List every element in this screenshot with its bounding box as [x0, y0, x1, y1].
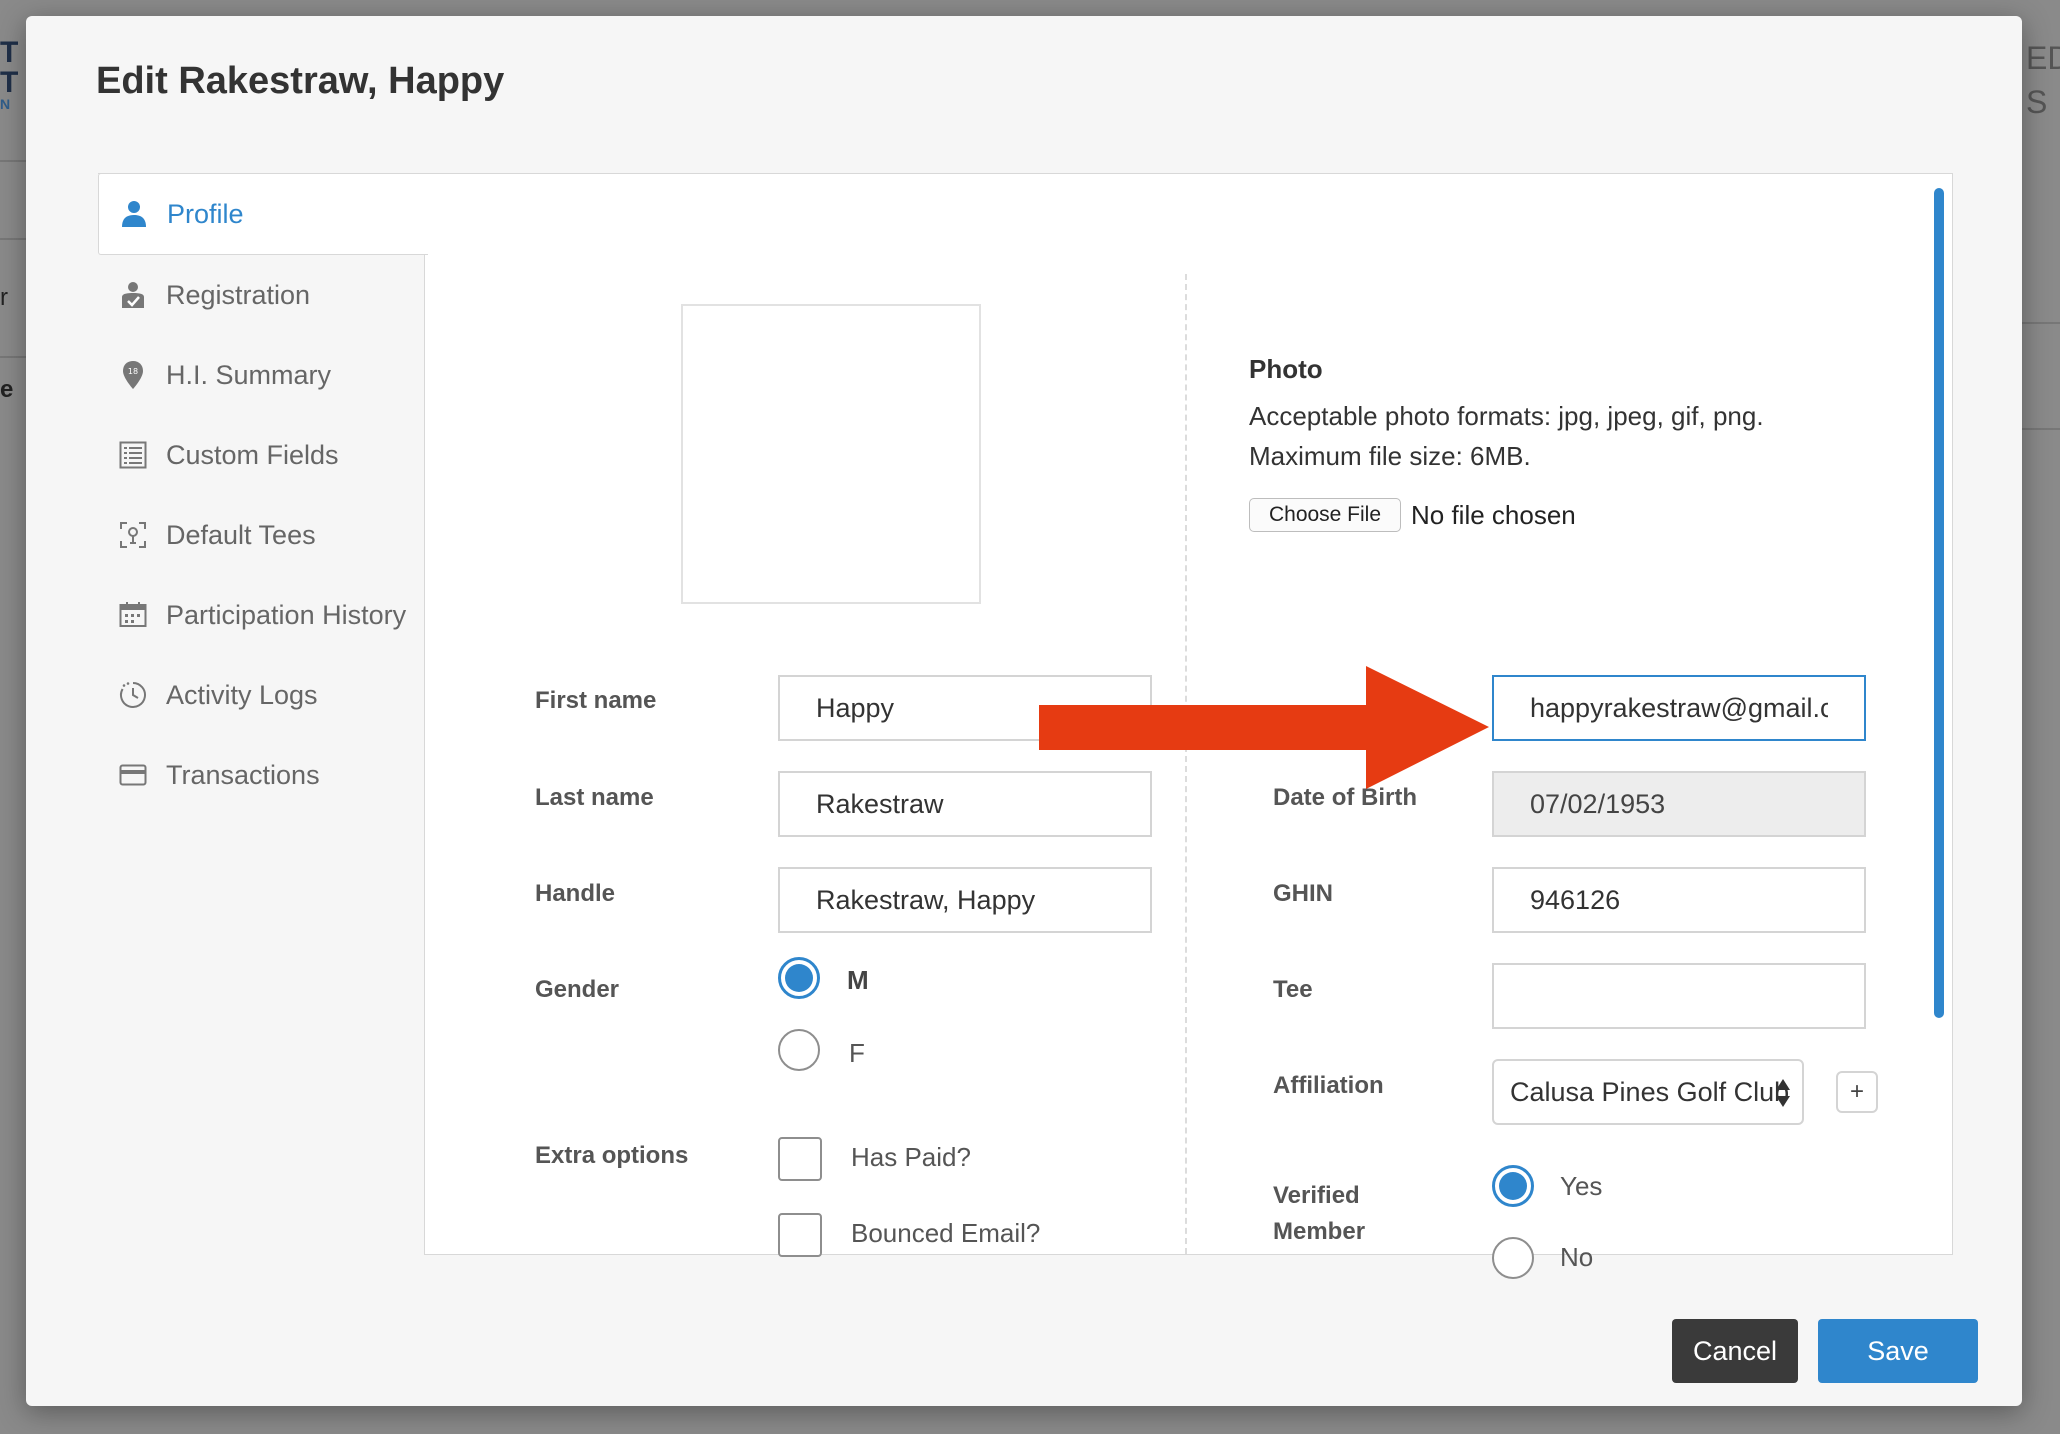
nav-item-label: Default Tees [166, 519, 316, 550]
has-paid-checkbox[interactable] [778, 1137, 822, 1181]
last-name-label: Last name [535, 784, 654, 811]
bounced-email-checkbox[interactable] [778, 1213, 822, 1257]
nav-item-activity-logs[interactable]: Activity Logs [98, 655, 426, 735]
file-status: No file chosen [1411, 500, 1576, 530]
affiliation-label: Affiliation [1273, 1072, 1384, 1099]
verified-member-label: Verified Member [1273, 1178, 1365, 1250]
nav-item-hi-summary[interactable]: 18 H.I. Summary [98, 335, 426, 415]
person-icon [119, 199, 149, 229]
gender-f-label: F [849, 1038, 865, 1068]
extra-options-label: Extra options [535, 1142, 689, 1169]
verified-yes-label: Yes [1560, 1171, 1603, 1201]
nav-item-label: Activity Logs [166, 679, 318, 710]
handle-input[interactable] [778, 867, 1152, 933]
affiliation-select[interactable]: Calusa Pines Golf Club [1492, 1059, 1804, 1125]
gender-label: Gender [535, 976, 620, 1003]
select-arrows-icon [1776, 1079, 1790, 1107]
verified-label-line1: Verified [1273, 1182, 1360, 1209]
nav-item-transactions[interactable]: Transactions [98, 735, 426, 815]
ghin-input[interactable] [1492, 867, 1866, 933]
background-fragment: r [0, 284, 8, 311]
gender-f-radio[interactable] [778, 1029, 820, 1071]
nav-item-label: Registration [166, 279, 311, 310]
handle-label: Handle [535, 880, 616, 907]
background-divider [0, 160, 26, 162]
pin-18-icon: 18 [118, 360, 148, 390]
nav-item-label: Profile [167, 198, 244, 229]
add-affiliation-button[interactable]: + [1836, 1071, 1878, 1113]
clock-icon [118, 680, 148, 710]
background-fragment: ED S [2026, 40, 2060, 120]
bounced-email-label: Bounced Email? [851, 1218, 1041, 1248]
nav-item-participation-history[interactable]: Participation History [98, 575, 426, 655]
list-icon [118, 440, 148, 470]
gender-m-label: M [847, 965, 869, 995]
email-input[interactable] [1492, 675, 1866, 741]
choose-file-button[interactable]: Choose File [1249, 498, 1401, 532]
verified-no-radio[interactable] [1492, 1237, 1534, 1279]
affiliation-value: Calusa Pines Golf Club [1510, 1076, 1790, 1107]
nav-item-registration[interactable]: Registration [98, 255, 426, 335]
credit-card-icon [118, 760, 148, 790]
nav-item-default-tees[interactable]: Default Tees [98, 495, 426, 575]
verified-yes-radio[interactable] [1492, 1165, 1534, 1207]
verified-no-label: No [1560, 1242, 1594, 1272]
nav-item-label: Transactions [166, 759, 320, 790]
nav-item-label: Custom Fields [166, 439, 339, 470]
photo-preview [681, 304, 981, 604]
photo-max-size: Maximum file size: 6MB. [1249, 441, 1531, 471]
nav-item-custom-fields[interactable]: Custom Fields [98, 415, 426, 495]
background-fragment: N [0, 96, 11, 112]
nav-item-label: Participation History [166, 599, 407, 630]
ghin-label: GHIN [1273, 880, 1333, 907]
tee-input[interactable] [1492, 963, 1866, 1029]
tee-label: Tee [1273, 976, 1313, 1003]
nav-item-label: H.I. Summary [166, 359, 332, 390]
panel-scrollbar[interactable] [1934, 188, 1944, 1018]
photo-help: Acceptable photo formats: jpg, jpeg, gif… [1249, 396, 1764, 476]
calendar-icon [118, 600, 148, 630]
registration-icon [118, 280, 148, 310]
background-divider [2022, 428, 2060, 430]
photo-formats: Acceptable photo formats: jpg, jpeg, gif… [1249, 401, 1764, 431]
background-fragment: TT [0, 36, 19, 99]
gender-m-radio[interactable] [778, 957, 820, 999]
verified-label-line2: Member [1273, 1218, 1366, 1245]
cancel-button[interactable]: Cancel [1672, 1319, 1798, 1383]
modal-title: Edit Rakestraw, Happy [96, 60, 505, 102]
has-paid-label: Has Paid? [851, 1142, 971, 1172]
first-name-label: First name [535, 687, 657, 714]
edit-player-modal: Edit Rakestraw, Happy Profile Registrati… [26, 16, 2022, 1406]
background-divider [0, 356, 26, 358]
save-button[interactable]: Save [1818, 1319, 1978, 1383]
tee-icon [118, 520, 148, 550]
nav-item-profile[interactable]: Profile [98, 173, 428, 255]
dob-input [1492, 771, 1866, 837]
background-divider [2022, 322, 2060, 324]
profile-nav: Profile Registration 18 H.I. Summary Cus… [98, 173, 428, 815]
background-fragment: e [0, 376, 14, 403]
photo-title: Photo [1249, 354, 1323, 384]
svg-text:18: 18 [128, 367, 138, 376]
background-divider [0, 238, 26, 240]
annotation-arrow-icon [1039, 666, 1489, 789]
